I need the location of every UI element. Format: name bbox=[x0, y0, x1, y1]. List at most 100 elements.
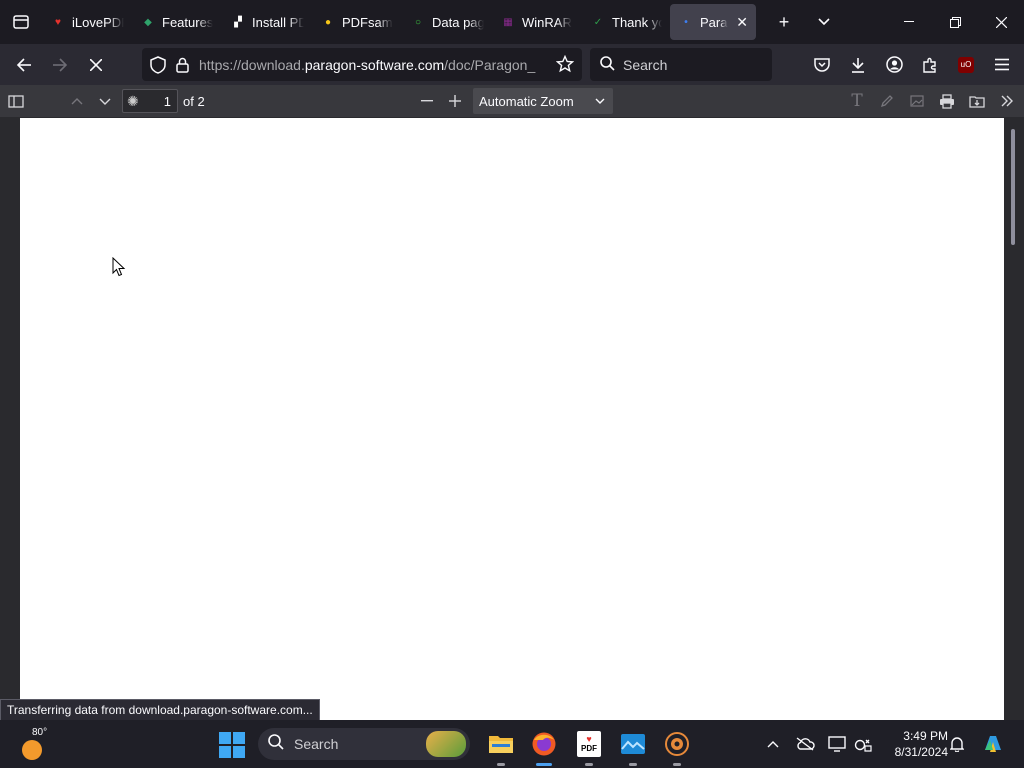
notifications-button[interactable] bbox=[946, 720, 968, 768]
downloads-button[interactable] bbox=[840, 48, 876, 81]
firefox-view-icon bbox=[13, 15, 29, 29]
print-button[interactable] bbox=[932, 85, 962, 117]
pdf-viewer[interactable] bbox=[0, 117, 1024, 720]
stop-loading-button[interactable] bbox=[78, 49, 114, 81]
add-image-button[interactable] bbox=[902, 85, 932, 117]
system-clock[interactable]: 3:49 PM 8/31/2024 bbox=[876, 728, 948, 760]
forward-button[interactable] bbox=[42, 49, 78, 81]
mouse-cursor-icon bbox=[112, 256, 126, 282]
url-text[interactable]: https://download.paragon-software.com/do… bbox=[199, 57, 539, 73]
close-icon bbox=[995, 16, 1007, 28]
chevron-down-icon bbox=[99, 98, 111, 105]
download-icon bbox=[852, 57, 864, 73]
pocket-icon bbox=[814, 58, 830, 72]
tab-favicon-icon: ▦ bbox=[503, 16, 513, 28]
scrollbar-thumb[interactable] bbox=[1011, 129, 1015, 245]
ublock-origin-icon: uO bbox=[958, 56, 974, 73]
pdf-app-label: PDF bbox=[581, 744, 597, 753]
chevron-down-icon bbox=[595, 98, 605, 104]
image-icon bbox=[910, 95, 924, 107]
minimize-button[interactable] bbox=[886, 0, 932, 44]
photos-icon bbox=[621, 734, 645, 754]
tab-label: PDFsam bbox=[342, 14, 393, 30]
page-number-input[interactable]: ✺ 1 bbox=[122, 89, 178, 113]
zoom-in-button[interactable] bbox=[442, 85, 468, 117]
ublock-origin-button[interactable]: uO bbox=[948, 48, 984, 81]
tab-favicon-icon: ♥ bbox=[55, 16, 61, 28]
taskbar-search[interactable]: Search bbox=[258, 728, 470, 760]
next-page-button[interactable] bbox=[94, 85, 116, 117]
clock-time: 3:49 PM bbox=[903, 729, 948, 743]
chevron-up-icon bbox=[71, 97, 83, 104]
close-tab-icon[interactable]: ✕ bbox=[736, 14, 748, 31]
display-button[interactable] bbox=[824, 720, 850, 768]
back-button[interactable] bbox=[6, 49, 42, 81]
account-button[interactable] bbox=[876, 48, 912, 81]
previous-page-button[interactable] bbox=[66, 85, 88, 117]
onedrive-button[interactable] bbox=[792, 720, 818, 768]
save-button[interactable] bbox=[962, 85, 992, 117]
browser-tab[interactable]: ♥ iLovePDF bbox=[42, 4, 132, 40]
close-window-button[interactable] bbox=[978, 0, 1024, 44]
browser-tab[interactable]: ▦ WinRAR bbox=[492, 4, 582, 40]
url-prefix: https://download. bbox=[199, 56, 305, 73]
pocket-button[interactable] bbox=[804, 48, 840, 81]
app-running-indicator bbox=[497, 763, 505, 766]
search-icon bbox=[600, 55, 615, 74]
lock-icon[interactable] bbox=[176, 57, 189, 73]
browser-tab[interactable]: ▞ Install PDF bbox=[222, 4, 312, 40]
app-running-indicator bbox=[585, 763, 593, 766]
browser-tab[interactable]: ● PDFsam bbox=[312, 4, 402, 40]
copilot-icon bbox=[985, 736, 1001, 752]
tab-label: Install PDF bbox=[252, 14, 304, 30]
navigation-toolbar: https://download.paragon-software.com/do… bbox=[0, 44, 1024, 85]
app-menu-button[interactable] bbox=[984, 48, 1020, 81]
file-explorer-app[interactable] bbox=[485, 728, 517, 766]
status-panel: Transferring data from download.paragon-… bbox=[0, 699, 320, 720]
show-hidden-icons-button[interactable] bbox=[762, 720, 784, 768]
zoom-select[interactable]: Automatic Zoom bbox=[473, 88, 613, 114]
browser-tab[interactable]: ○ Data page bbox=[402, 4, 492, 40]
restore-button[interactable] bbox=[932, 0, 978, 44]
tab-label: Thank you bbox=[612, 14, 662, 30]
account-icon bbox=[885, 56, 903, 73]
toggle-sidebar-button[interactable] bbox=[4, 85, 28, 117]
pdf-app[interactable]: ♥ PDF bbox=[573, 728, 605, 766]
new-tab-button[interactable]: + bbox=[764, 0, 804, 44]
copilot-button[interactable] bbox=[978, 720, 1008, 768]
start-button[interactable] bbox=[219, 732, 245, 758]
app-running-indicator bbox=[673, 763, 681, 766]
printer-icon bbox=[940, 93, 954, 109]
browser-tab[interactable]: ✓ Thank you bbox=[582, 4, 670, 40]
bookmark-star-button[interactable] bbox=[555, 54, 575, 76]
firefox-app[interactable] bbox=[528, 728, 560, 766]
browser-tab[interactable]: • Parag ✕ bbox=[670, 4, 756, 40]
zoom-out-button[interactable] bbox=[414, 85, 440, 117]
url-bar[interactable]: https://download.paragon-software.com/do… bbox=[142, 48, 582, 81]
pdf-page[interactable] bbox=[20, 118, 1004, 720]
restore-icon bbox=[949, 16, 961, 28]
tab-favicon-icon: ○ bbox=[414, 16, 422, 28]
pdf-toolbar-right: T bbox=[842, 85, 1022, 117]
tab-bar: ♥ iLovePDF ◆ Features ▞ Install PDF ● PDFsam ○ Da… bbox=[0, 0, 1024, 44]
network-volume-button[interactable] bbox=[850, 720, 876, 768]
tracking-protection-shield-icon[interactable] bbox=[150, 55, 166, 74]
sidebar-icon bbox=[8, 94, 24, 108]
app-running-indicator bbox=[629, 763, 637, 766]
extensions-button[interactable] bbox=[912, 48, 948, 81]
paragon-app[interactable] bbox=[661, 728, 693, 766]
firefox-view-button[interactable] bbox=[0, 0, 42, 44]
search-bar[interactable]: Search bbox=[590, 48, 772, 81]
list-all-tabs-button[interactable] bbox=[804, 0, 844, 44]
weather-widget[interactable]: 80° bbox=[20, 727, 52, 760]
draw-button[interactable] bbox=[872, 85, 902, 117]
add-text-button[interactable]: T bbox=[842, 85, 872, 117]
tools-button[interactable] bbox=[992, 85, 1022, 117]
firefox-icon bbox=[532, 732, 556, 756]
photos-app[interactable] bbox=[617, 728, 649, 766]
taskbar-search-placeholder: Search bbox=[294, 736, 339, 752]
clock-date: 8/31/2024 bbox=[894, 745, 948, 759]
vertical-scrollbar[interactable] bbox=[1004, 117, 1024, 720]
browser-tab[interactable]: ◆ Features bbox=[132, 4, 222, 40]
windows-taskbar: 80° Search ♥ PDF 3:49 PM 8/31/2024 bbox=[0, 720, 1024, 768]
